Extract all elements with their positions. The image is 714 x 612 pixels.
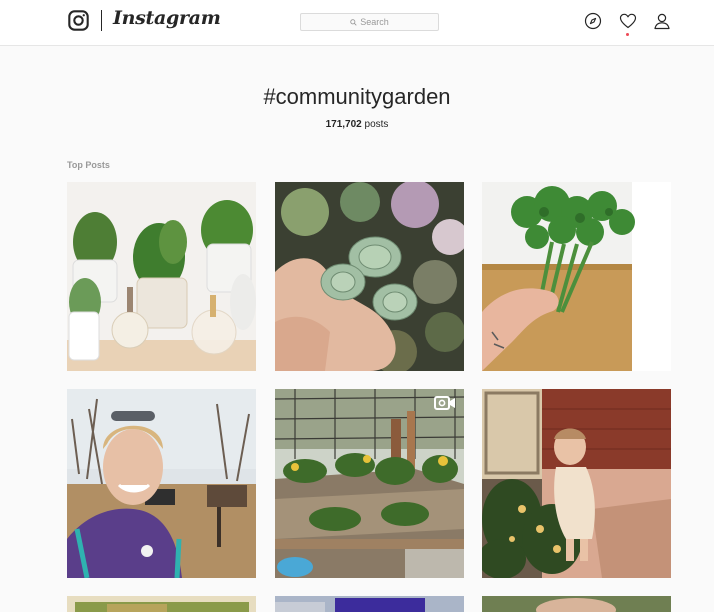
post-image-partial — [67, 596, 256, 612]
post-tile[interactable] — [67, 596, 256, 612]
heart-icon[interactable] — [619, 12, 637, 30]
post-image-raised-beds — [275, 389, 464, 578]
post-image-succulents — [275, 182, 464, 371]
post-tile[interactable] — [275, 182, 464, 371]
logo-divider — [101, 10, 102, 31]
post-count-suffix: posts — [361, 119, 389, 130]
post-tile[interactable] — [482, 389, 671, 578]
video-icon — [641, 189, 663, 203]
post-image-partial — [482, 596, 671, 612]
video-icon — [434, 396, 456, 410]
post-image-broccolini — [482, 182, 671, 371]
profile-icon[interactable] — [653, 12, 671, 30]
post-tile[interactable] — [67, 389, 256, 578]
post-tile[interactable] — [275, 596, 464, 612]
compass-icon[interactable] — [584, 12, 602, 30]
search-input[interactable]: Search — [300, 13, 439, 31]
hashtag-title: #communitygarden — [263, 84, 451, 109]
post-tile[interactable] — [482, 182, 671, 371]
post-image-selfie — [67, 389, 256, 578]
instagram-glyph-icon[interactable] — [68, 10, 89, 31]
post-image-toddler — [482, 389, 671, 578]
post-count-number: 171,702 — [325, 119, 362, 130]
post-image-herbs — [67, 182, 256, 371]
post-image-partial — [275, 596, 464, 612]
brand-wordmark[interactable]: Instagram — [113, 7, 221, 29]
top-nav-bar: Instagram Search — [0, 0, 714, 46]
search-icon — [350, 18, 357, 26]
post-tile[interactable] — [275, 389, 464, 578]
post-count: 171,702 posts — [0, 119, 714, 130]
notification-dot — [626, 33, 629, 36]
section-label-top-posts: Top Posts — [67, 160, 110, 170]
post-tile[interactable] — [482, 596, 671, 612]
search-placeholder: Search — [360, 17, 389, 27]
post-tile[interactable] — [67, 182, 256, 371]
